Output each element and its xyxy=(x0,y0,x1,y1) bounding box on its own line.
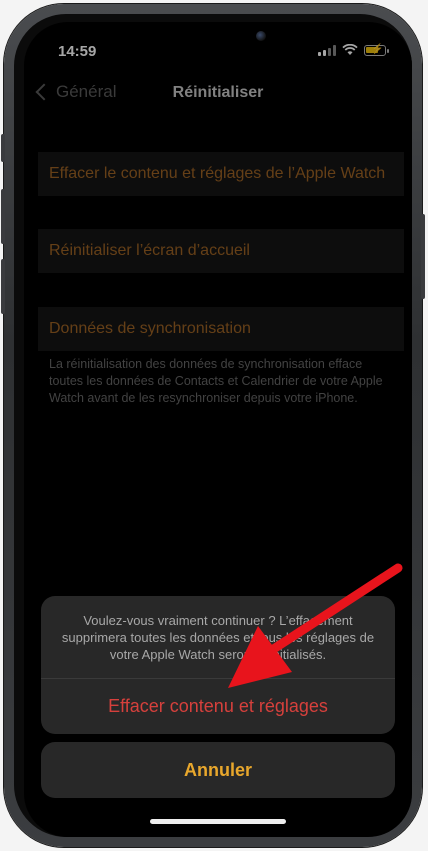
side-button xyxy=(421,214,425,299)
phone-frame: 14:59 ⚡ Général Réinitialiser Effacer le… xyxy=(1,4,425,847)
camera-icon xyxy=(256,31,266,41)
mute-switch xyxy=(1,134,5,162)
volume-down-button xyxy=(1,259,5,314)
action-sheet: Voulez-vous vraiment continuer ? L’effac… xyxy=(41,596,395,734)
erase-content-button[interactable]: Effacer contenu et réglages xyxy=(41,679,395,734)
volume-up-button xyxy=(1,189,5,244)
screen: 14:59 ⚡ Général Réinitialiser Effacer le… xyxy=(24,22,412,837)
notch xyxy=(119,22,317,56)
home-indicator xyxy=(150,819,286,824)
action-sheet-message: Voulez-vous vraiment continuer ? L’effac… xyxy=(61,613,375,662)
cancel-button[interactable]: Annuler xyxy=(41,742,395,798)
